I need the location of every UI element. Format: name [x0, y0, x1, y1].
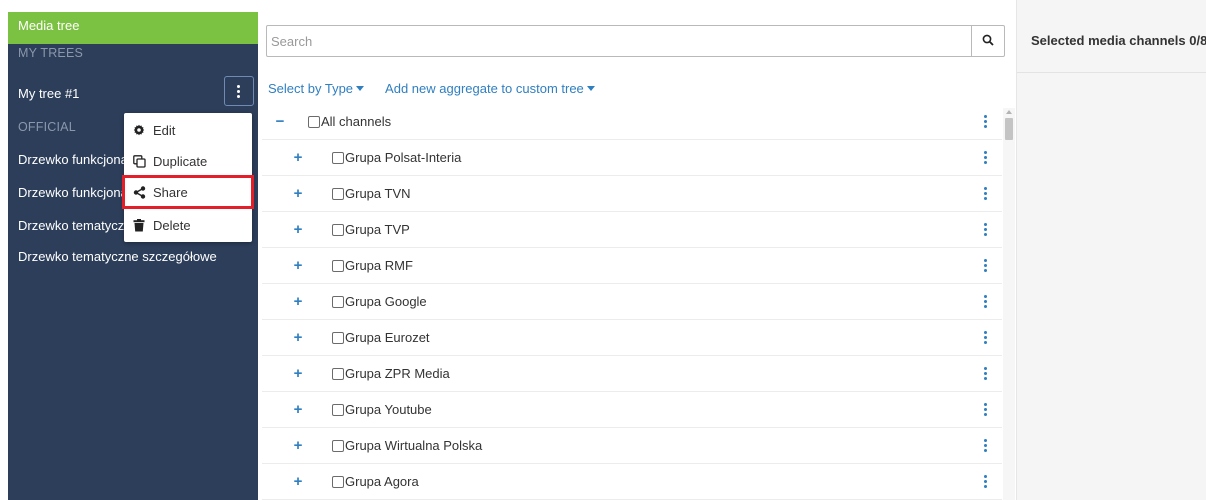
search-input[interactable] — [267, 26, 971, 56]
sidebar-item-official-3[interactable]: Drzewko tematyczne ogólne — [8, 218, 124, 233]
tree-toolbar: Select by Type Add new aggregate to cust… — [268, 81, 595, 96]
sidebar-item-official-4[interactable]: Drzewko tematyczne szczegółowe — [8, 249, 258, 264]
caret-down-icon — [586, 86, 595, 91]
expand-icon[interactable]: + — [292, 473, 304, 490]
gear-icon — [133, 124, 149, 136]
sidebar-item-official-2[interactable]: Drzewko funkcjonalne szczegółowe — [8, 185, 124, 200]
tree-label-all-channels: All channels — [321, 114, 392, 129]
tree-label: Grupa Polsat-Interia — [345, 150, 462, 165]
tree-row-root: − All channels — [262, 104, 1002, 140]
section-label-my-trees: MY TREES — [18, 46, 84, 60]
expand-icon[interactable]: + — [292, 257, 304, 274]
menu-item-duplicate-label: Duplicate — [153, 153, 208, 169]
more-vert-icon[interactable] — [980, 184, 990, 204]
tree-checkbox[interactable] — [332, 331, 344, 344]
media-tree-list: − All channels + Grupa Polsat-Interia + Gru… — [262, 104, 1002, 500]
more-vert-icon[interactable] — [980, 328, 990, 348]
tree-context-menu: Edit Duplicate Share Delete — [122, 113, 254, 242]
tree-checkbox[interactable] — [332, 439, 344, 452]
menu-item-share[interactable]: Share — [122, 175, 254, 209]
tree-checkbox[interactable] — [332, 295, 344, 308]
sidebar-item-official-1[interactable]: Drzewko funkcjonalne ogólne — [8, 152, 124, 167]
copy-icon — [133, 154, 149, 168]
section-label-official: OFFICIAL — [18, 120, 76, 134]
select-by-type-dropdown[interactable]: Select by Type — [268, 81, 365, 96]
caret-down-icon — [356, 86, 365, 91]
menu-item-edit-label: Edit — [153, 122, 176, 138]
tree-label: Grupa Eurozet — [345, 330, 430, 345]
menu-item-share-label: Share — [153, 184, 188, 200]
select-by-type-label: Select by Type — [268, 81, 354, 96]
search-button[interactable] — [971, 26, 1004, 56]
scroll-thumb[interactable] — [1005, 118, 1013, 140]
checkbox-all-channels[interactable] — [308, 115, 320, 128]
expand-icon[interactable]: + — [292, 185, 304, 202]
tree-row: + Grupa Wirtualna Polska — [262, 428, 1002, 464]
collapse-icon[interactable]: − — [274, 113, 286, 130]
more-vert-icon[interactable] — [980, 436, 990, 456]
tree-label: Grupa Agora — [345, 474, 419, 489]
expand-icon[interactable]: + — [292, 437, 304, 454]
tree-checkbox[interactable] — [332, 475, 344, 488]
sidebar-header-media-tree[interactable]: Media tree — [8, 12, 258, 44]
panel-divider — [1017, 72, 1206, 73]
menu-item-edit[interactable]: Edit — [124, 115, 252, 145]
more-vert-icon[interactable] — [980, 220, 990, 240]
more-vert-icon[interactable] — [980, 364, 990, 384]
tree-label: Grupa ZPR Media — [345, 366, 450, 381]
tree-checkbox[interactable] — [332, 151, 344, 164]
tree-row: + Grupa RMF — [262, 248, 1002, 284]
tree-label: Grupa TVP — [345, 222, 410, 237]
tree-row: + Grupa Google — [262, 284, 1002, 320]
more-vert-icon[interactable] — [980, 256, 990, 276]
expand-icon[interactable]: + — [292, 365, 304, 382]
tree-options-button[interactable] — [224, 76, 254, 106]
more-vert-icon[interactable] — [980, 400, 990, 420]
sidebar: Media tree MY TREES My tree #1 OFFICIAL … — [8, 12, 258, 500]
selected-channels-title: Selected media channels 0/800 — [1031, 33, 1206, 48]
expand-icon[interactable]: + — [292, 293, 304, 310]
tree-checkbox[interactable] — [332, 367, 344, 380]
kebab-icon — [237, 84, 241, 98]
tree-row: + Grupa TVN — [262, 176, 1002, 212]
more-vert-icon[interactable] — [980, 112, 990, 132]
tree-label: Grupa TVN — [345, 186, 411, 201]
tree-scrollbar[interactable] — [1003, 108, 1015, 500]
add-aggregate-dropdown[interactable]: Add new aggregate to custom tree — [385, 81, 595, 96]
menu-item-delete-label: Delete — [153, 217, 191, 233]
tree-row: + Grupa Agora — [262, 464, 1002, 500]
expand-icon[interactable]: + — [292, 149, 304, 166]
share-icon — [133, 185, 149, 199]
expand-icon[interactable]: + — [292, 221, 304, 238]
tree-row: + Grupa ZPR Media — [262, 356, 1002, 392]
tree-row: + Grupa Youtube — [262, 392, 1002, 428]
tree-label: Grupa Google — [345, 294, 427, 309]
tree-row: + Grupa Polsat-Interia — [262, 140, 1002, 176]
more-vert-icon[interactable] — [980, 292, 990, 312]
search-bar — [266, 25, 1005, 57]
tree-row: + Grupa TVP — [262, 212, 1002, 248]
more-vert-icon[interactable] — [980, 148, 990, 168]
scroll-up-icon[interactable] — [1006, 110, 1012, 114]
add-aggregate-label: Add new aggregate to custom tree — [385, 81, 584, 96]
tree-checkbox[interactable] — [332, 223, 344, 236]
sidebar-item-my-tree-1[interactable]: My tree #1 — [8, 86, 258, 101]
tree-checkbox[interactable] — [332, 259, 344, 272]
menu-item-duplicate[interactable]: Duplicate — [124, 146, 252, 176]
menu-item-delete[interactable]: Delete — [124, 210, 252, 240]
tree-label: Grupa Youtube — [345, 402, 432, 417]
expand-icon[interactable]: + — [292, 401, 304, 418]
search-icon — [982, 34, 994, 49]
more-vert-icon[interactable] — [980, 472, 990, 492]
tree-row: + Grupa Eurozet — [262, 320, 1002, 356]
tree-checkbox[interactable] — [332, 187, 344, 200]
tree-label: Grupa RMF — [345, 258, 413, 273]
tree-label: Grupa Wirtualna Polska — [345, 438, 483, 453]
trash-icon — [133, 218, 149, 232]
selected-channels-panel: Selected media channels 0/800 — [1016, 0, 1206, 500]
tree-checkbox[interactable] — [332, 403, 344, 416]
expand-icon[interactable]: + — [292, 329, 304, 346]
